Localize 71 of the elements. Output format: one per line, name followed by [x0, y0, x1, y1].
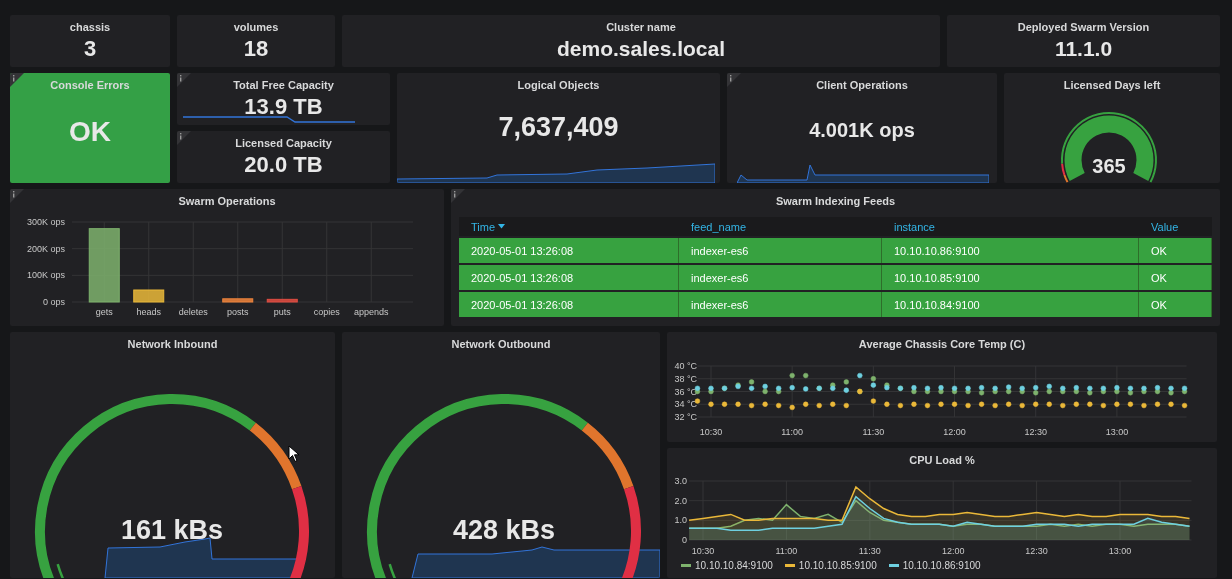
panel-title: Console Errors	[50, 78, 130, 93]
axis-tick-label: 100K ops	[26, 270, 65, 281]
axis-tick-label: gets	[95, 307, 113, 317]
table-cell: OK	[1139, 292, 1212, 317]
axis-tick-label: 10:30	[699, 427, 723, 437]
table-cell: indexer-es6	[679, 292, 882, 317]
axis-tick-label: 0 ops	[42, 297, 65, 307]
panel-title: Swarm Operations	[178, 194, 276, 209]
gauge-value: 365	[1091, 155, 1126, 177]
axis-tick-label: 38 °C	[674, 373, 697, 384]
gauge-value: 161 kBs	[120, 515, 224, 545]
axis-tick-label: 12:30	[1024, 427, 1047, 437]
stat-value: 13.9 TB	[244, 95, 323, 120]
stat-value: OK	[69, 117, 111, 148]
axis-tick-label: 300K ops	[26, 217, 65, 227]
panel-title: Licensed Capacity	[235, 136, 332, 151]
stat-value: demo.sales.local	[556, 37, 726, 61]
axis-tick-label: copies	[313, 307, 340, 317]
axis-tick-label: 40 °C	[674, 361, 697, 371]
axis-tick-label: 11:00	[775, 546, 798, 556]
panel-title: Cluster name	[606, 20, 676, 35]
panel-title: chassis	[69, 20, 111, 35]
axis-tick-label: 12:00	[941, 546, 965, 556]
axis-tick-label: heads	[136, 307, 161, 317]
stat-value: 20.0 TB	[244, 153, 323, 178]
table-cell: indexer-es6	[679, 265, 882, 290]
panel-title: Average Chassis Core Temp (C)	[858, 337, 1026, 352]
table-cell: OK	[1139, 238, 1212, 263]
axis-tick-label: 3.0	[674, 476, 687, 486]
axis-tick-label: 10:30	[691, 546, 715, 556]
stat-value: 18	[243, 37, 269, 62]
axis-tick-label: 200K ops	[26, 243, 65, 254]
axis-tick-label: 1.0	[674, 515, 687, 526]
panel-title: Swarm Indexing Feeds	[775, 194, 896, 209]
table-cell: 2020-05-01 13:26:08	[459, 265, 679, 290]
panel-title: Network Inbound	[127, 337, 218, 352]
table-cell: 10.10.10.84:9100	[882, 292, 1139, 317]
axis-tick-label: 11:30	[858, 546, 881, 556]
panel-title: volumes	[233, 20, 279, 35]
axis-tick-label: 11:30	[862, 427, 885, 437]
panel-title: Client Operations	[816, 78, 908, 93]
panel-title: Network Outbound	[451, 337, 551, 352]
axis-tick-label: 2.0	[674, 495, 687, 506]
axis-tick-label: appends	[354, 307, 389, 317]
table-cell: 2020-05-01 13:26:08	[459, 238, 679, 263]
axis-tick-label: 13:00	[1108, 546, 1132, 556]
axis-tick-label: 12:30	[1025, 546, 1048, 556]
axis-tick-label: 0	[682, 535, 687, 545]
panel-title: Licensed Days left	[1063, 78, 1161, 93]
panel-title: Total Free Capacity	[233, 78, 334, 93]
stat-value: 11.1.0	[1054, 37, 1113, 61]
axis-tick-label: 34 °C	[674, 399, 697, 410]
panel-title: CPU Load %	[909, 453, 975, 468]
axis-tick-label: 11:00	[781, 427, 804, 437]
axis-tick-label: puts	[273, 307, 291, 317]
panel-title: Logical Objects	[517, 78, 600, 93]
axis-tick-label: deletes	[178, 307, 208, 317]
axis-tick-label: 13:00	[1105, 427, 1129, 437]
table-cell: 10.10.10.86:9100	[882, 238, 1139, 263]
table-cell: OK	[1139, 265, 1212, 290]
axis-tick-label: 12:00	[943, 427, 966, 437]
panel-title: Deployed Swarm Version	[1017, 20, 1150, 35]
stat-value: 7,637,409	[498, 113, 619, 143]
stat-value: 3	[83, 37, 97, 62]
axis-tick-label: 32 °C	[674, 412, 697, 422]
table-cell: 10.10.10.85:9100	[882, 265, 1139, 290]
table-cell: indexer-es6	[679, 238, 882, 263]
stat-value: 4.001K ops	[809, 119, 915, 141]
axis-tick-label: posts	[227, 307, 249, 317]
table-cell: 2020-05-01 13:26:08	[459, 292, 679, 317]
gauge-value: 428 kBs	[452, 515, 556, 545]
